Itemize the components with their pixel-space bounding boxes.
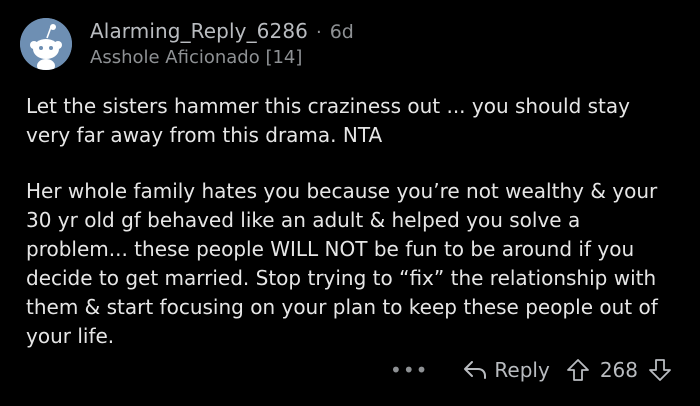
vote-controls: 268	[566, 358, 672, 382]
meta-separator: ·	[315, 22, 322, 43]
downvote-arrow-icon[interactable]	[648, 358, 672, 382]
snoo-icon	[20, 18, 72, 70]
user-flair: Asshole Aficionado [14]	[90, 47, 303, 68]
comment-body: Let the sisters hammer this craziness ou…	[26, 92, 676, 351]
comment-paragraph-2: Her whole family hates you because you’r…	[26, 179, 658, 348]
comment: Alarming_Reply_6286 · 6d Asshole Aficion…	[0, 0, 700, 406]
user-avatar[interactable]	[20, 18, 72, 70]
score-count: 268	[599, 358, 638, 382]
reply-button[interactable]: Reply	[462, 358, 550, 382]
username-link[interactable]: Alarming_Reply_6286	[90, 19, 308, 43]
reply-label: Reply	[494, 358, 550, 382]
comment-age: 6d	[329, 21, 354, 43]
reply-arrow-icon	[462, 359, 488, 381]
more-options-button[interactable]: •••	[390, 358, 428, 382]
comment-actions: ••• Reply 268	[390, 358, 672, 382]
comment-paragraph-1: Let the sisters hammer this craziness ou…	[26, 94, 630, 147]
comment-meta: Alarming_Reply_6286 · 6d Asshole Aficion…	[90, 19, 354, 68]
upvote-arrow-icon[interactable]	[566, 358, 590, 382]
